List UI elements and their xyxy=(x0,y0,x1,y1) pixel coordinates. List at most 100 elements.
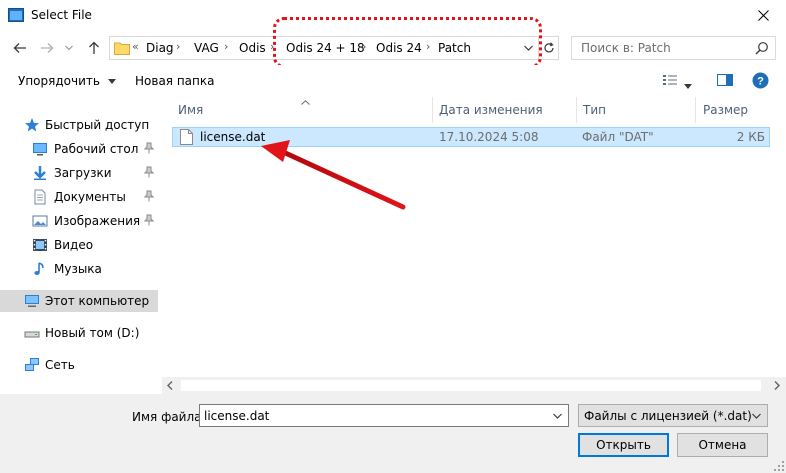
pin-icon[interactable] xyxy=(144,190,154,202)
svg-text:?: ? xyxy=(757,76,764,88)
breadcrumb-separator[interactable]: › xyxy=(362,40,366,53)
sidebar-item-drive-d[interactable]: Новый том (D:) xyxy=(0,322,158,344)
title-bar: Select File xyxy=(0,0,786,31)
sidebar-item-music[interactable]: Музыка xyxy=(0,258,158,280)
chevron-down-icon xyxy=(752,413,761,419)
close-button[interactable] xyxy=(740,0,786,31)
sidebar-item-label: Сеть xyxy=(45,358,75,372)
column-header-label: Имя xyxy=(178,103,204,117)
column-header-label: Дата изменения xyxy=(439,103,543,117)
sidebar-item-quick-access[interactable]: Быстрый доступ xyxy=(0,114,158,136)
computer-icon xyxy=(25,295,39,307)
details-view-icon xyxy=(663,75,677,85)
sidebar-item-pictures[interactable]: Изображения xyxy=(0,210,158,232)
window-title: Select File xyxy=(31,8,92,22)
video-icon xyxy=(33,239,47,251)
breadcrumb-patch[interactable]: Patch xyxy=(438,41,471,55)
column-header-date[interactable]: Дата изменения xyxy=(433,97,576,123)
back-button[interactable] xyxy=(9,37,31,59)
arrow-right-icon xyxy=(41,43,54,53)
sidebar-item-downloads[interactable]: Загрузки xyxy=(0,162,158,184)
sidebar-item-label: Рабочий стол xyxy=(54,142,139,156)
view-options-button[interactable] xyxy=(662,73,678,90)
breadcrumb-overflow[interactable]: « xyxy=(132,40,139,53)
filename-field[interactable]: license.dat xyxy=(199,404,569,427)
file-date: 17.10.2024 5:08 xyxy=(439,130,539,144)
forward-button[interactable] xyxy=(36,37,58,59)
view-menu-button[interactable] xyxy=(684,78,692,92)
recent-locations-button[interactable] xyxy=(62,37,76,59)
chevron-down-icon[interactable] xyxy=(524,45,533,51)
sidebar-item-this-pc[interactable]: Этот компьютер xyxy=(0,290,158,312)
breadcrumb-odis-24[interactable]: Odis 24 xyxy=(376,41,422,55)
scrollbar-thumb[interactable] xyxy=(181,380,761,391)
organize-menu[interactable]: Упорядочить xyxy=(18,74,116,88)
download-icon xyxy=(34,166,46,180)
file-type-select[interactable]: Файлы с лицензией (*.dat) xyxy=(578,404,768,427)
up-button[interactable] xyxy=(83,37,105,59)
refresh-icon xyxy=(544,42,554,53)
column-header-name[interactable]: Имя xyxy=(168,97,432,123)
file-size: 2 КБ xyxy=(736,130,765,144)
pin-icon[interactable] xyxy=(144,214,154,226)
breadcrumb-odis[interactable]: Odis xyxy=(239,41,266,55)
documents-icon xyxy=(34,189,46,205)
sidebar-item-label: Видео xyxy=(54,238,94,252)
desktop-icon xyxy=(33,143,47,156)
search-input[interactable]: Поиск в: Patch xyxy=(581,41,671,55)
drive-icon xyxy=(24,331,40,338)
refresh-button[interactable] xyxy=(538,37,559,59)
chevron-down-icon[interactable] xyxy=(553,413,562,419)
search-box[interactable]: Поиск в: Patch xyxy=(571,36,776,60)
sidebar-item-label: Быстрый доступ xyxy=(45,118,150,132)
preview-pane-button[interactable] xyxy=(717,73,733,90)
search-icon[interactable] xyxy=(755,41,769,55)
dialog-footer: Имя файла: license.dat Файлы с лицензией… xyxy=(0,394,786,473)
caret-down-icon xyxy=(107,79,116,84)
file-name: license.dat xyxy=(200,130,266,144)
breadcrumb-separator[interactable]: › xyxy=(270,40,274,53)
command-bar: Упорядочить Новая папка ? xyxy=(0,65,786,97)
breadcrumb-separator[interactable]: › xyxy=(224,40,228,53)
resize-grip-icon[interactable] xyxy=(774,461,784,471)
breadcrumb-vag[interactable]: VAG xyxy=(194,41,219,55)
filename-label: Имя файла: xyxy=(132,410,206,424)
breadcrumb-separator[interactable]: › xyxy=(426,40,430,53)
cancel-button[interactable]: Отмена xyxy=(677,433,768,457)
sidebar-item-desktop[interactable]: Рабочий стол xyxy=(0,138,158,160)
window-app-icon xyxy=(8,8,24,22)
column-header-label: Тип xyxy=(583,103,606,117)
pin-icon[interactable] xyxy=(144,142,154,154)
help-button[interactable]: ? xyxy=(752,72,769,92)
vertical-scrollbar[interactable] xyxy=(770,97,786,377)
open-button[interactable]: Открыть xyxy=(578,433,669,457)
filename-input[interactable]: license.dat xyxy=(204,409,269,423)
file-type-value: Файлы с лицензией (*.dat) xyxy=(584,409,752,423)
arrow-left-icon xyxy=(13,43,26,53)
scroll-left-icon[interactable] xyxy=(167,381,173,390)
scroll-right-icon[interactable] xyxy=(774,381,780,390)
table-row[interactable]: license.dat 17.10.2024 5:08 Файл "DAT" 2… xyxy=(172,127,770,147)
column-header-type[interactable]: Тип xyxy=(577,97,695,123)
address-bar[interactable]: « Diag › VAG › Odis › Odis 24 + 18 › Odi… xyxy=(109,36,559,60)
sidebar-item-label: Изображения xyxy=(54,214,141,228)
new-folder-button[interactable]: Новая папка xyxy=(135,74,214,88)
sidebar-item-network[interactable]: Сеть xyxy=(0,354,158,376)
column-header-label: Размер xyxy=(703,103,749,117)
pictures-icon xyxy=(32,215,48,227)
file-icon xyxy=(180,129,193,145)
sidebar-item-videos[interactable]: Видео xyxy=(0,234,158,256)
breadcrumb-separator[interactable]: › xyxy=(176,40,180,53)
sidebar-item-documents[interactable]: Документы xyxy=(0,186,158,208)
navigation-bar: « Diag › VAG › Odis › Odis 24 + 18 › Odi… xyxy=(0,17,786,68)
sidebar-item-label: Этот компьютер xyxy=(45,294,150,308)
column-header-size[interactable]: Размер xyxy=(696,97,776,123)
pin-icon[interactable] xyxy=(144,166,154,178)
horizontal-scrollbar[interactable] xyxy=(162,377,786,394)
breadcrumb-odis-24-18[interactable]: Odis 24 + 18 xyxy=(286,41,365,55)
breadcrumb-diag[interactable]: Diag xyxy=(146,41,174,55)
sidebar-item-label: Музыка xyxy=(54,262,102,276)
network-icon xyxy=(25,358,39,371)
sidebar-item-label: Загрузки xyxy=(54,166,112,180)
music-icon xyxy=(34,262,44,275)
